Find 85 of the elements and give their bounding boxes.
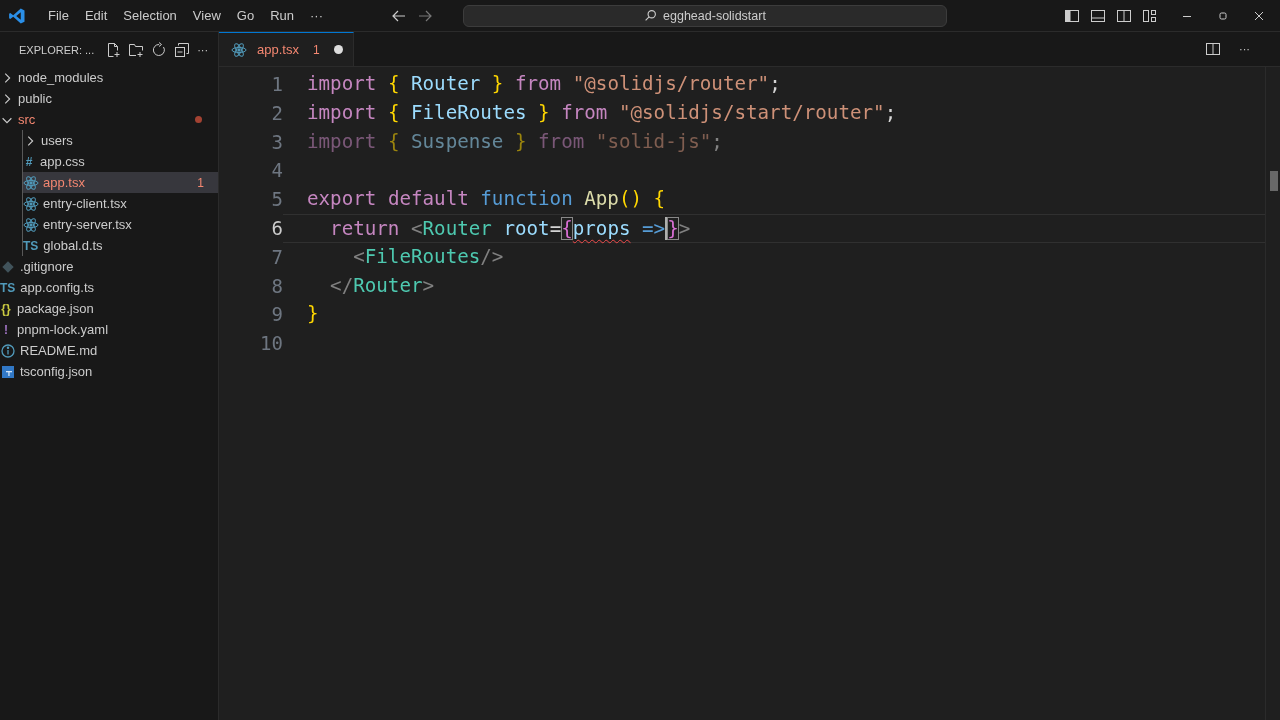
atom-icon xyxy=(23,216,39,233)
atom-icon xyxy=(231,41,247,58)
collapse-all-icon[interactable] xyxy=(174,41,191,58)
line-number: 8 xyxy=(270,273,283,299)
line-number: 4 xyxy=(270,158,283,184)
editor-tab[interactable]: app.tsx 1 xyxy=(219,32,354,66)
customize-layout-icon[interactable] xyxy=(1142,7,1158,24)
file-name: global.d.ts xyxy=(43,238,103,253)
split-layout-icon[interactable] xyxy=(1116,7,1132,24)
tree-row[interactable]: {} package.json xyxy=(0,298,218,319)
file-type-icon: {} xyxy=(0,301,12,316)
more-actions[interactable]: ··· xyxy=(197,43,209,56)
menu-item[interactable]: File xyxy=(40,4,77,27)
file-name: .gitignore xyxy=(20,259,74,274)
menu-item[interactable]: Edit xyxy=(76,4,116,27)
sidebar-layout-icon[interactable] xyxy=(1064,7,1080,24)
folder-row[interactable]: src xyxy=(0,109,218,130)
code-line: import { Router } from "@solidjs/router"; xyxy=(307,71,782,97)
scrollbar[interactable] xyxy=(1265,67,1280,720)
new-folder-icon[interactable] xyxy=(128,41,145,58)
app-logo-icon xyxy=(8,6,26,25)
problem-count: 1 xyxy=(312,42,320,57)
file-type-icon: ! xyxy=(0,322,12,337)
tree-row[interactable]: tsconfig.json xyxy=(0,361,218,382)
tree-row[interactable]: entry-client.tsx xyxy=(23,193,218,214)
file-name: README.md xyxy=(20,343,98,358)
file-type-icon: TS xyxy=(23,238,39,253)
file-name: app.css xyxy=(40,154,85,169)
file-name: entry-server.tsx xyxy=(43,217,132,232)
code-line: </Router> xyxy=(329,272,436,299)
info-icon xyxy=(0,342,16,359)
line-number: 1 xyxy=(270,72,283,97)
file-name: public xyxy=(18,91,52,106)
file-name: pnpm-lock.yaml xyxy=(17,322,109,337)
file-type-icon: TS xyxy=(0,280,16,295)
folder-row[interactable]: node_modules xyxy=(0,67,218,88)
panel-layout-icon[interactable] xyxy=(1090,7,1106,24)
line-number: 2 xyxy=(270,100,283,126)
line-number: 9 xyxy=(270,302,283,328)
menu-item[interactable]: Run xyxy=(262,4,302,27)
folder-row[interactable]: users xyxy=(23,130,218,151)
code-line: import { Suspense } from "solid-js"; xyxy=(307,128,724,155)
tree-row[interactable]: .gitignore xyxy=(0,256,218,277)
file-name: app.tsx xyxy=(43,175,85,190)
search-icon xyxy=(644,9,658,22)
line-number: 7 xyxy=(270,244,283,270)
tree-row[interactable]: README.md xyxy=(0,340,218,361)
tree-row[interactable]: ! pnpm-lock.yaml xyxy=(0,319,218,340)
line-number: 6 xyxy=(270,216,283,241)
new-file-icon[interactable] xyxy=(105,41,122,58)
file-name: node_modules xyxy=(18,70,104,85)
file-name: tsconfig.json xyxy=(20,364,93,379)
refresh-icon[interactable] xyxy=(151,41,168,58)
problem-count: 1 xyxy=(197,175,204,190)
line-number: 3 xyxy=(270,129,283,155)
menu-item[interactable]: Go xyxy=(228,4,263,27)
atom-icon xyxy=(23,174,39,191)
file-name: users xyxy=(41,133,73,148)
tree-row[interactable]: app.tsx 1 xyxy=(23,172,218,193)
sidebar-title: EXPLORER: ... xyxy=(19,43,95,56)
file-name: src xyxy=(18,112,36,127)
search-field[interactable]: egghead-solidstart xyxy=(463,4,947,27)
tree-row[interactable]: TS app.config.ts xyxy=(0,277,218,298)
file-name: entry-client.tsx xyxy=(43,196,127,211)
file-type-icon: # xyxy=(23,154,35,169)
code-line: <FileRoutes/> xyxy=(352,243,505,270)
file-name: package.json xyxy=(17,301,94,316)
code-line: import { FileRoutes } from "@solidjs/start/router"; xyxy=(307,99,898,126)
menu-item[interactable]: Selection xyxy=(115,4,185,27)
menu-item[interactable]: View xyxy=(184,4,229,27)
line-number: 5 xyxy=(270,187,283,213)
more-actions[interactable]: ··· xyxy=(1239,43,1250,55)
code-line: export default function App() { xyxy=(307,186,667,213)
folder-row[interactable]: public xyxy=(0,88,218,109)
more-menu[interactable]: ··· xyxy=(302,4,331,27)
atom-icon xyxy=(23,195,39,212)
config-file-icon xyxy=(0,363,16,380)
problem-dot xyxy=(195,116,202,123)
tree-row[interactable]: # app.css xyxy=(23,151,218,172)
tree-row[interactable]: entry-server.tsx xyxy=(23,214,218,235)
code-line: } xyxy=(307,301,320,328)
file-name: app.config.ts xyxy=(20,280,95,295)
line-number: 10 xyxy=(259,331,283,357)
tree-row[interactable]: TS global.d.ts xyxy=(23,235,218,256)
split-editor-icon[interactable] xyxy=(1205,41,1221,57)
